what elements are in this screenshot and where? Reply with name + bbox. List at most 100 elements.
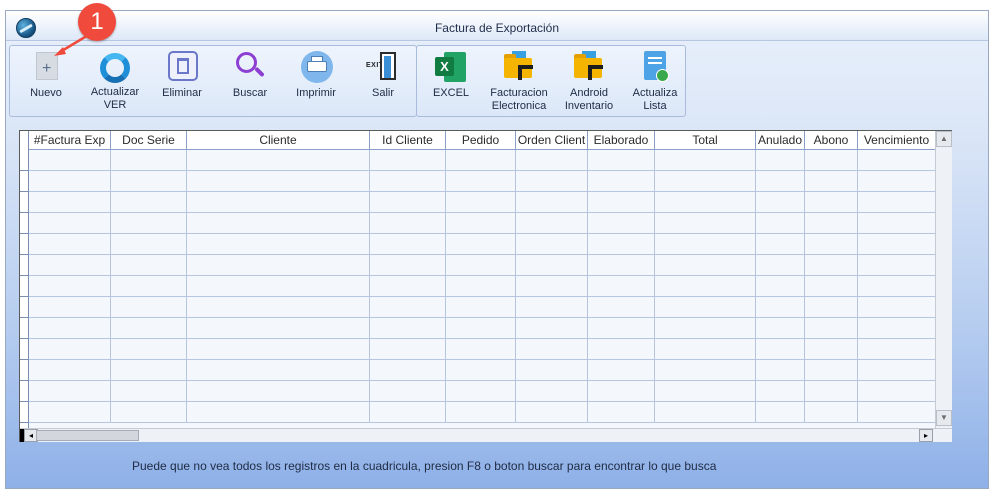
table-cell[interactable] (805, 192, 858, 213)
table-cell[interactable] (655, 402, 756, 423)
column-header[interactable]: Total (655, 131, 756, 150)
table-cell[interactable] (756, 192, 805, 213)
table-cell[interactable] (111, 276, 187, 297)
table-row[interactable] (29, 381, 936, 402)
table-cell[interactable] (588, 318, 655, 339)
table-cell[interactable] (858, 297, 936, 318)
table-row[interactable] (29, 318, 936, 339)
vertical-scrollbar[interactable]: ▲ ▼ (935, 131, 952, 428)
table-cell[interactable] (858, 381, 936, 402)
table-cell[interactable] (111, 360, 187, 381)
scroll-up-icon[interactable]: ▲ (936, 131, 952, 147)
table-cell[interactable] (805, 297, 858, 318)
column-header[interactable]: Vencimiento (858, 131, 936, 150)
table-cell[interactable] (588, 171, 655, 192)
table-cell[interactable] (187, 150, 370, 171)
table-row[interactable] (29, 234, 936, 255)
scroll-down-icon[interactable]: ▼ (936, 410, 952, 426)
table-cell[interactable] (370, 171, 446, 192)
table-cell[interactable] (756, 276, 805, 297)
table-cell[interactable] (187, 297, 370, 318)
table-cell[interactable] (516, 402, 588, 423)
table-cell[interactable] (858, 402, 936, 423)
column-header[interactable]: Elaborado (588, 131, 655, 150)
table-cell[interactable] (858, 192, 936, 213)
excel-button[interactable]: X EXCEL (423, 50, 479, 116)
table-cell[interactable] (446, 339, 516, 360)
table-cell[interactable] (858, 339, 936, 360)
table-cell[interactable] (187, 339, 370, 360)
table-cell[interactable] (29, 234, 111, 255)
column-header[interactable]: Pedido (446, 131, 516, 150)
table-cell[interactable] (446, 276, 516, 297)
table-cell[interactable] (516, 255, 588, 276)
table-cell[interactable] (858, 255, 936, 276)
table-cell[interactable] (858, 213, 936, 234)
table-cell[interactable] (588, 360, 655, 381)
table-cell[interactable] (588, 255, 655, 276)
table-row[interactable] (29, 276, 936, 297)
column-header[interactable]: Orden Client (516, 131, 588, 150)
table-cell[interactable] (370, 234, 446, 255)
table-cell[interactable] (516, 171, 588, 192)
table-cell[interactable] (588, 213, 655, 234)
table-cell[interactable] (446, 318, 516, 339)
table-cell[interactable] (29, 255, 111, 276)
table-cell[interactable] (756, 381, 805, 402)
table-cell[interactable] (111, 402, 187, 423)
table-cell[interactable] (588, 150, 655, 171)
table-row[interactable] (29, 171, 936, 192)
table-cell[interactable] (588, 339, 655, 360)
table-cell[interactable] (111, 171, 187, 192)
horizontal-scroll-thumb[interactable] (36, 430, 139, 441)
table-cell[interactable] (111, 255, 187, 276)
invoice-grid[interactable]: #Factura Exp Doc Serie Cliente Id Cliente Pe… (19, 130, 952, 442)
table-cell[interactable] (756, 402, 805, 423)
delete-button[interactable]: Eliminar (152, 50, 212, 116)
table-cell[interactable] (756, 213, 805, 234)
table-cell[interactable] (370, 192, 446, 213)
table-cell[interactable] (805, 318, 858, 339)
table-cell[interactable] (111, 381, 187, 402)
table-cell[interactable] (655, 213, 756, 234)
table-cell[interactable] (446, 234, 516, 255)
table-cell[interactable] (370, 297, 446, 318)
table-cell[interactable] (655, 318, 756, 339)
table-cell[interactable] (29, 381, 111, 402)
table-cell[interactable] (805, 402, 858, 423)
table-cell[interactable] (29, 171, 111, 192)
table-cell[interactable] (187, 234, 370, 255)
table-cell[interactable] (370, 276, 446, 297)
table-cell[interactable] (29, 192, 111, 213)
table-row[interactable] (29, 255, 936, 276)
table-row[interactable] (29, 339, 936, 360)
table-cell[interactable] (588, 192, 655, 213)
table-cell[interactable] (446, 171, 516, 192)
table-cell[interactable] (29, 276, 111, 297)
table-cell[interactable] (858, 234, 936, 255)
table-cell[interactable] (29, 150, 111, 171)
table-cell[interactable] (655, 171, 756, 192)
table-cell[interactable] (370, 339, 446, 360)
table-cell[interactable] (516, 276, 588, 297)
table-cell[interactable] (446, 150, 516, 171)
table-cell[interactable] (805, 213, 858, 234)
table-cell[interactable] (111, 234, 187, 255)
table-cell[interactable] (516, 360, 588, 381)
table-cell[interactable] (187, 255, 370, 276)
table-cell[interactable] (858, 150, 936, 171)
table-cell[interactable] (655, 339, 756, 360)
table-cell[interactable] (111, 150, 187, 171)
table-cell[interactable] (516, 339, 588, 360)
table-cell[interactable] (655, 297, 756, 318)
table-cell[interactable] (756, 360, 805, 381)
electronic-invoice-button[interactable]: Facturacion Electronica (485, 50, 553, 116)
table-cell[interactable] (805, 276, 858, 297)
table-cell[interactable] (446, 381, 516, 402)
table-cell[interactable] (29, 339, 111, 360)
table-cell[interactable] (756, 150, 805, 171)
table-cell[interactable] (29, 213, 111, 234)
column-header[interactable]: Abono (805, 131, 858, 150)
table-cell[interactable] (446, 360, 516, 381)
table-cell[interactable] (516, 150, 588, 171)
